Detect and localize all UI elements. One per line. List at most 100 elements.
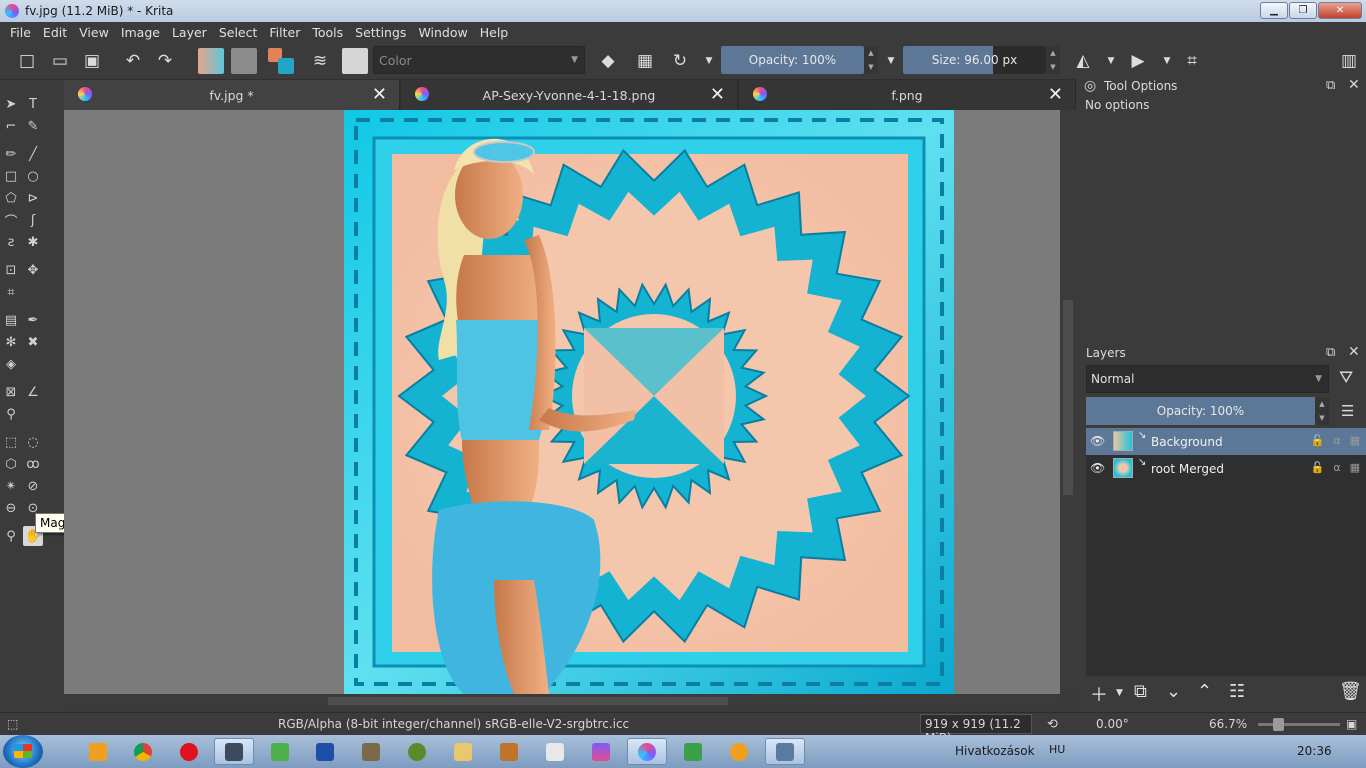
delete-layer-icon[interactable]: 🗑 (1339, 681, 1362, 702)
scrollbar-thumb[interactable] (1063, 300, 1073, 495)
minimize-button[interactable]: ▁ (1260, 2, 1288, 19)
duplicate-layer-icon[interactable]: ⧉ (1134, 681, 1147, 702)
visibility-eye-icon[interactable]: 👁 (1090, 434, 1105, 448)
color-picker-tool-icon[interactable]: ✒ (23, 310, 43, 330)
similar-color-selection-tool-icon[interactable]: ⊘ (23, 476, 43, 496)
gradient-tool-icon[interactable]: ▤ (1, 310, 21, 330)
line-tool-icon[interactable]: ╱ (23, 144, 43, 164)
brush-preset-combo[interactable]: Color ▼ (373, 46, 585, 74)
taskbar-chrome[interactable] (123, 738, 163, 765)
move-layer-up-icon[interactable]: ⌃ (1197, 681, 1212, 702)
assistant-tool-icon[interactable]: ⊠ (1, 382, 21, 402)
chevron-down-icon[interactable]: ▼ (1100, 50, 1122, 72)
freehand-brush-tool-icon[interactable]: ✏ (1, 144, 21, 164)
menu-window[interactable]: Window (412, 25, 473, 40)
measure-tool-icon[interactable]: ∠ (23, 382, 43, 402)
start-button[interactable] (3, 735, 43, 768)
lock-icon[interactable]: 🔓 (1311, 434, 1325, 447)
close-docker-icon[interactable]: ✕ (1348, 344, 1360, 360)
gradient-swatch[interactable] (198, 48, 224, 74)
menu-file[interactable]: File (4, 25, 37, 40)
chevron-down-icon[interactable]: ▼ (880, 50, 902, 72)
elliptical-selection-tool-icon[interactable]: ◌ (23, 432, 43, 452)
close-tab-icon[interactable]: ✕ (1048, 84, 1063, 105)
select-shapes-tool-icon[interactable]: ➤ (1, 94, 21, 114)
size-slider[interactable]: Size: 96.00 px (903, 46, 1046, 74)
taskbar-app-orange[interactable] (719, 738, 759, 765)
freehand-selection-tool-icon[interactable]: ꝏ (23, 454, 43, 474)
bezier-selection-tool-icon[interactable]: ⊖ (1, 498, 21, 518)
tab-ap-sexy-yvonne[interactable]: AP-Sexy-Yvonne-4-1-18.png ✕ (401, 80, 738, 110)
fill-tool-icon[interactable]: ◈ (1, 354, 21, 374)
image-dimensions[interactable]: 919 x 919 (11.2 MiB) (920, 714, 1032, 745)
polygonal-selection-tool-icon[interactable]: ⬡ (1, 454, 21, 474)
chevron-down-icon[interactable]: ▼ (1116, 688, 1123, 698)
fullscreen-icon[interactable]: ▣ (1346, 717, 1357, 731)
new-document-icon[interactable]: □ (16, 50, 38, 72)
menu-settings[interactable]: Settings (349, 25, 412, 40)
open-folder-icon[interactable]: ▭ (49, 50, 71, 72)
save-icon[interactable]: ▣ (81, 50, 103, 72)
layer-properties-icon[interactable]: ☷ (1229, 681, 1245, 702)
visibility-eye-icon[interactable]: 👁 (1090, 461, 1105, 475)
reference-images-tool-icon[interactable]: ⚲ (1, 404, 21, 424)
inherit-alpha-icon[interactable]: ▦ (1350, 461, 1360, 474)
inherit-alpha-icon[interactable]: ▦ (1350, 434, 1360, 447)
language-indicator[interactable]: HU (1049, 743, 1065, 756)
chevron-down-icon[interactable]: ▼ (698, 50, 720, 72)
tab-fv-jpg[interactable]: fv.jpg * ✕ (64, 80, 400, 110)
float-docker-icon[interactable]: ⧉ (1326, 345, 1335, 360)
menu-view[interactable]: View (73, 25, 115, 40)
menu-help[interactable]: Help (474, 25, 515, 40)
layers-menu-icon[interactable]: ☰ (1341, 402, 1354, 420)
tab-f-png[interactable]: f.png ✕ (739, 80, 1076, 110)
move-tool-icon[interactable]: ✥ (23, 260, 43, 280)
menu-image[interactable]: Image (115, 25, 166, 40)
eraser-mode-icon[interactable]: ◆ (597, 50, 619, 72)
layer-opacity-slider[interactable]: Opacity: 100% (1086, 397, 1315, 425)
layer-row-root-merged[interactable]: 👁 ↘ root Merged 🔓 α ▦ (1086, 455, 1366, 482)
rotation-icon[interactable]: ⟲ (1047, 717, 1058, 732)
taskbar-opera[interactable] (169, 738, 209, 765)
selection-mode-icon[interactable]: ⬚ (7, 717, 18, 731)
close-window-button[interactable]: ✕ (1318, 2, 1362, 19)
lock-icon[interactable]: 🔓 (1311, 461, 1325, 474)
taskbar-explorer[interactable] (443, 738, 483, 765)
taskbar-bluetooth[interactable] (305, 738, 345, 765)
layer-row-background[interactable]: 👁 ↘ Background 🔓 α ▦ (1086, 428, 1366, 455)
menu-select[interactable]: Select (213, 25, 264, 40)
taskbar-app-figure[interactable] (489, 738, 529, 765)
clock[interactable]: 20:36 (1297, 744, 1332, 758)
reload-preset-icon[interactable]: ↻ (669, 50, 691, 72)
transform-tool-icon[interactable]: ⊡ (1, 260, 21, 280)
chevron-down-icon[interactable]: ▼ (1156, 50, 1178, 72)
taskbar-app-puzzle[interactable] (673, 738, 713, 765)
calligraphy-tool-icon[interactable]: ✎ (23, 116, 43, 136)
zoom-slider[interactable] (1258, 718, 1340, 731)
freehand-path-tool-icon[interactable]: ʃ (23, 210, 43, 230)
float-docker-icon[interactable]: ⧉ (1326, 78, 1335, 93)
crop-tool-icon[interactable]: ⌗ (1, 282, 21, 302)
taskbar-app-green[interactable] (260, 738, 300, 765)
taskbar-app-window[interactable] (765, 738, 805, 765)
edit-brush-settings-icon[interactable]: ≋ (309, 50, 331, 72)
edit-shapes-tool-icon[interactable]: ⌐ (1, 116, 21, 136)
background-color-swatch[interactable] (278, 58, 294, 74)
scrollbar-thumb[interactable] (328, 697, 728, 705)
dynamic-brush-tool-icon[interactable]: ƨ (1, 232, 21, 252)
layer-opacity-spinner[interactable]: ▲ ▼ (1315, 397, 1329, 425)
wrap-around-icon[interactable]: ⌗ (1181, 50, 1203, 72)
restore-button[interactable]: ❐ (1289, 2, 1317, 19)
alpha-lock-icon[interactable]: α (1333, 461, 1340, 474)
brush-preset-icon[interactable] (342, 48, 368, 74)
filter-icon[interactable]: ⛛ (1339, 368, 1353, 388)
mirror-horizontal-icon[interactable]: ◭ (1072, 50, 1094, 72)
menu-tools[interactable]: Tools (306, 25, 349, 40)
links-toolbar-label[interactable]: Hivatkozások (955, 744, 1035, 758)
rectangle-tool-icon[interactable]: □ (1, 166, 21, 186)
multibrush-tool-icon[interactable]: ✱ (23, 232, 43, 252)
menu-layer[interactable]: Layer (166, 25, 213, 40)
polyline-tool-icon[interactable]: ⊳ (23, 188, 43, 208)
mirror-vertical-icon[interactable]: ▶ (1127, 50, 1149, 72)
menu-edit[interactable]: Edit (37, 25, 73, 40)
